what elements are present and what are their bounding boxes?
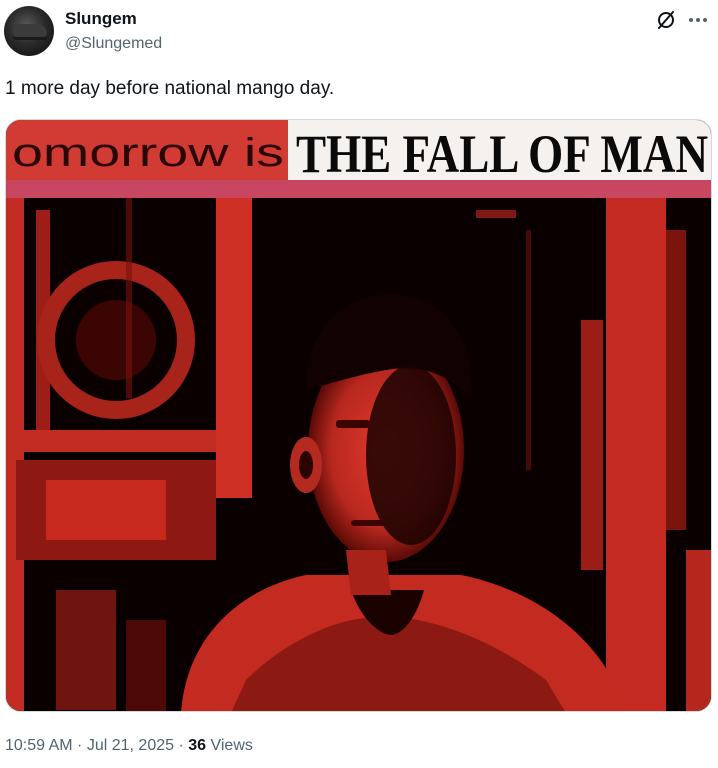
author-handle[interactable]: @Slungemed [65, 34, 162, 54]
tweet-time[interactable]: 10:59 AM [5, 737, 73, 754]
image-caption-left: omorrow is [12, 131, 284, 175]
author-display-name[interactable]: Slungem [65, 9, 137, 29]
tweet-image[interactable]: omorrow is THE FALL OF MAN [5, 119, 712, 712]
tweet-date[interactable]: Jul 21, 2025 [87, 737, 174, 754]
grok-icon[interactable] [655, 9, 677, 31]
views-label[interactable]: Views [206, 737, 252, 754]
image-caption-right: THE FALL OF MAN [296, 124, 708, 184]
meta-separator: · [72, 737, 87, 754]
tweet-header: Slungem @Slungemed [0, 0, 718, 64]
more-options-icon[interactable] [686, 9, 710, 31]
tweet-meta: 10:59 AM · Jul 21, 2025 · 36 Views [5, 736, 253, 756]
meme-image-artwork: omorrow is THE FALL OF MAN [6, 120, 711, 711]
avatar-car-shape [13, 24, 47, 40]
avatar[interactable] [4, 6, 54, 56]
views-count[interactable]: 36 [188, 737, 206, 754]
meta-separator: · [174, 737, 189, 754]
tweet-text: 1 more day before national mango day. [5, 78, 335, 99]
